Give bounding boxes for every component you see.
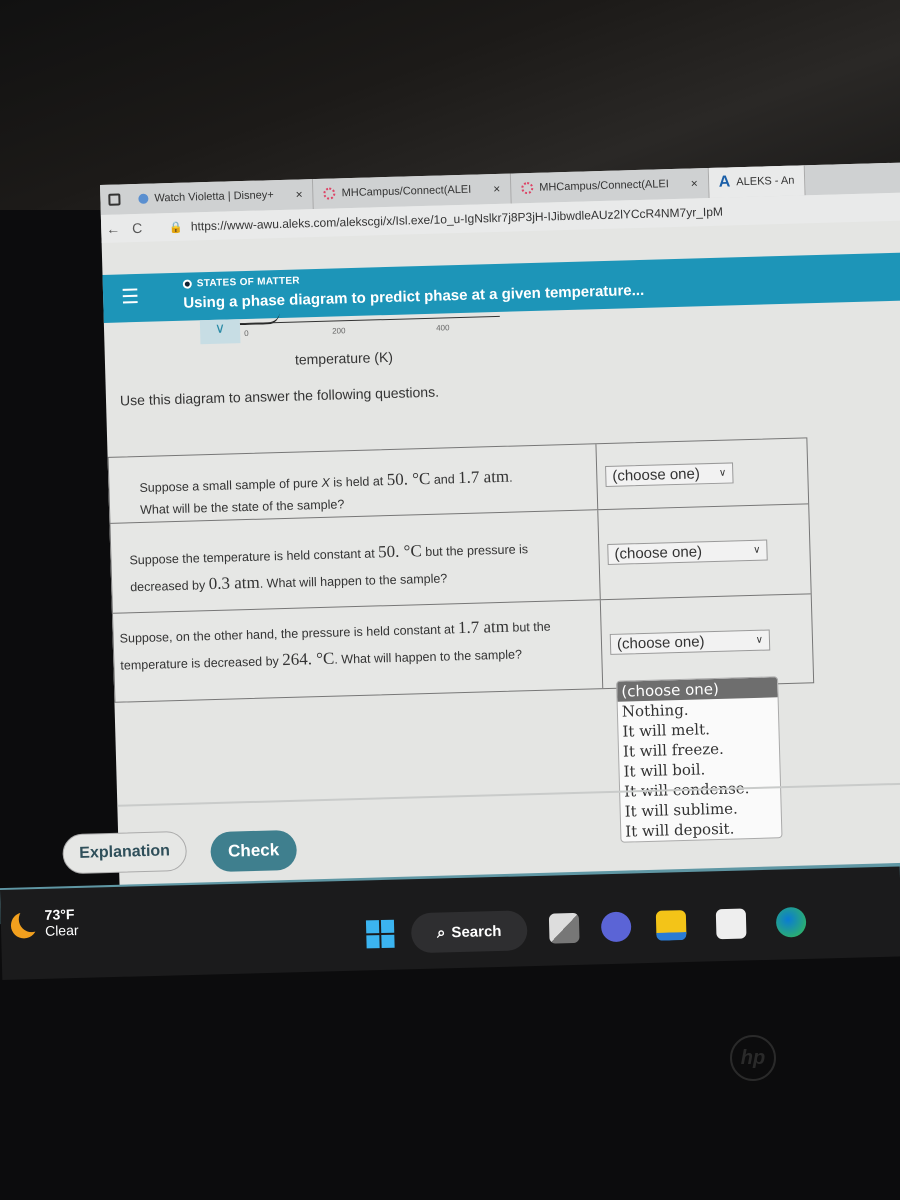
- task-view-icon[interactable]: [548, 912, 580, 944]
- phase-diagram-axis: ∨ 0 200 400: [199, 312, 501, 350]
- text: What will be the state of the sample?: [139, 497, 345, 518]
- windows-start-icon[interactable]: [365, 919, 395, 949]
- text: . What will happen to the sample?: [334, 647, 523, 667]
- explanation-button[interactable]: Explanation: [62, 830, 188, 875]
- edge-browser-icon[interactable]: [775, 906, 807, 938]
- chevron-down-icon: ∨: [718, 467, 727, 479]
- select-value: (choose one): [616, 632, 705, 653]
- disney-favicon-icon: [138, 193, 149, 204]
- question-text: Suppose, on the other hand, the pressure…: [112, 600, 604, 702]
- aleks-header: ☰ STATES OF MATTER Using a phase diagram…: [102, 252, 900, 323]
- answer-cell: (choose one) ∨: [596, 438, 808, 509]
- x-tick: 400: [436, 323, 450, 333]
- answer-select-2[interactable]: (choose one) ∨: [607, 539, 768, 565]
- search-icon: ⌕: [436, 923, 446, 942]
- mhcampus-favicon-icon: [323, 187, 336, 200]
- check-button[interactable]: Check: [210, 829, 298, 873]
- taskbar-search-button[interactable]: ⌕ Search: [410, 910, 528, 954]
- text: Suppose, on the other hand, the pressure…: [119, 622, 459, 646]
- hp-logo: hp: [730, 1035, 776, 1081]
- text: and: [430, 472, 459, 487]
- temperature-value: 50. °C: [386, 468, 431, 490]
- answer-select-1[interactable]: (choose one) ∨: [605, 462, 734, 487]
- text: Suppose a small sample of pure: [139, 475, 322, 496]
- question-table: Suppose a small sample of pure X is held…: [107, 437, 815, 703]
- back-icon[interactable]: ←: [101, 220, 125, 237]
- topic-label: STATES OF MATTER: [182, 275, 301, 290]
- select-value: (choose one): [614, 543, 703, 563]
- answer-select-3[interactable]: (choose one) ∨: [609, 628, 771, 655]
- aleks-favicon-icon: A: [718, 173, 731, 191]
- temperature-value: 50. °C: [377, 541, 423, 562]
- answer-cell: (choose one) ∨: [598, 504, 810, 599]
- pressure-change-value: 0.3 atm: [208, 572, 260, 594]
- x-axis-line: [239, 315, 500, 325]
- topic-dot-icon: [182, 279, 192, 289]
- lock-icon[interactable]: 🔒: [169, 220, 183, 233]
- meet-icon[interactable]: [600, 911, 632, 943]
- question-text: Suppose the temperature is held constant…: [110, 510, 601, 613]
- text: Suppose the temperature is held constant…: [129, 546, 379, 568]
- weather-desc: Clear: [44, 921, 79, 939]
- chevron-down-icon: ∨: [752, 544, 761, 556]
- close-icon[interactable]: ×: [493, 182, 500, 196]
- dropdown-option[interactable]: It will deposit.: [621, 817, 781, 841]
- tab-actions-icon[interactable]: [108, 193, 121, 206]
- weather-temp: 73°F: [44, 906, 75, 923]
- store-icon[interactable]: [715, 908, 747, 940]
- mhcampus-favicon-icon: [521, 181, 534, 195]
- tab-label: ALEKS - An: [736, 174, 795, 189]
- answer-cell: (choose one) ∨: [601, 594, 813, 688]
- temperature-change-value: 264. °C: [281, 648, 335, 670]
- close-icon[interactable]: ×: [691, 176, 698, 190]
- reload-icon[interactable]: C: [125, 220, 149, 237]
- browser-window: Watch Violetta | Disney+ × MHCampus/Conn…: [0, 162, 900, 965]
- topic-text: STATES OF MATTER: [196, 275, 301, 290]
- pressure-value: 1.7 atm: [457, 616, 510, 638]
- tab-label: MHCampus/Connect(ALEI: [539, 178, 669, 194]
- menu-icon[interactable]: ☰: [121, 284, 140, 309]
- x-tick: 0: [244, 328, 249, 339]
- x-tick: 200: [332, 326, 346, 336]
- tab-label: Watch Violetta | Disney+: [154, 189, 274, 205]
- collapse-button[interactable]: ∨: [199, 319, 241, 345]
- select-value: (choose one): [612, 465, 701, 485]
- divider: [117, 781, 900, 807]
- x-axis-label: temperature (K): [294, 348, 394, 368]
- chevron-down-icon: ∨: [755, 634, 764, 646]
- file-explorer-icon[interactable]: [655, 910, 687, 941]
- close-icon[interactable]: ×: [295, 187, 302, 201]
- pressure-value: 1.7 atm: [457, 466, 510, 488]
- text: .: [508, 470, 513, 485]
- text: is held at: [329, 474, 387, 490]
- question-text: Suppose a small sample of pure X is held…: [108, 444, 599, 523]
- moon-icon: [18, 906, 45, 933]
- tab-label: MHCampus/Connect(ALEI: [341, 183, 472, 200]
- instructions: Use this diagram to answer the following…: [119, 383, 440, 409]
- text: . What will happen to the sample?: [259, 571, 448, 591]
- answer-dropdown-list[interactable]: (choose one) Nothing. It will melt. It w…: [616, 676, 783, 843]
- search-label: Search: [451, 922, 502, 941]
- tab-aleks[interactable]: A ALEKS - An: [708, 165, 806, 198]
- weather-widget[interactable]: 73°F Clear: [10, 906, 78, 940]
